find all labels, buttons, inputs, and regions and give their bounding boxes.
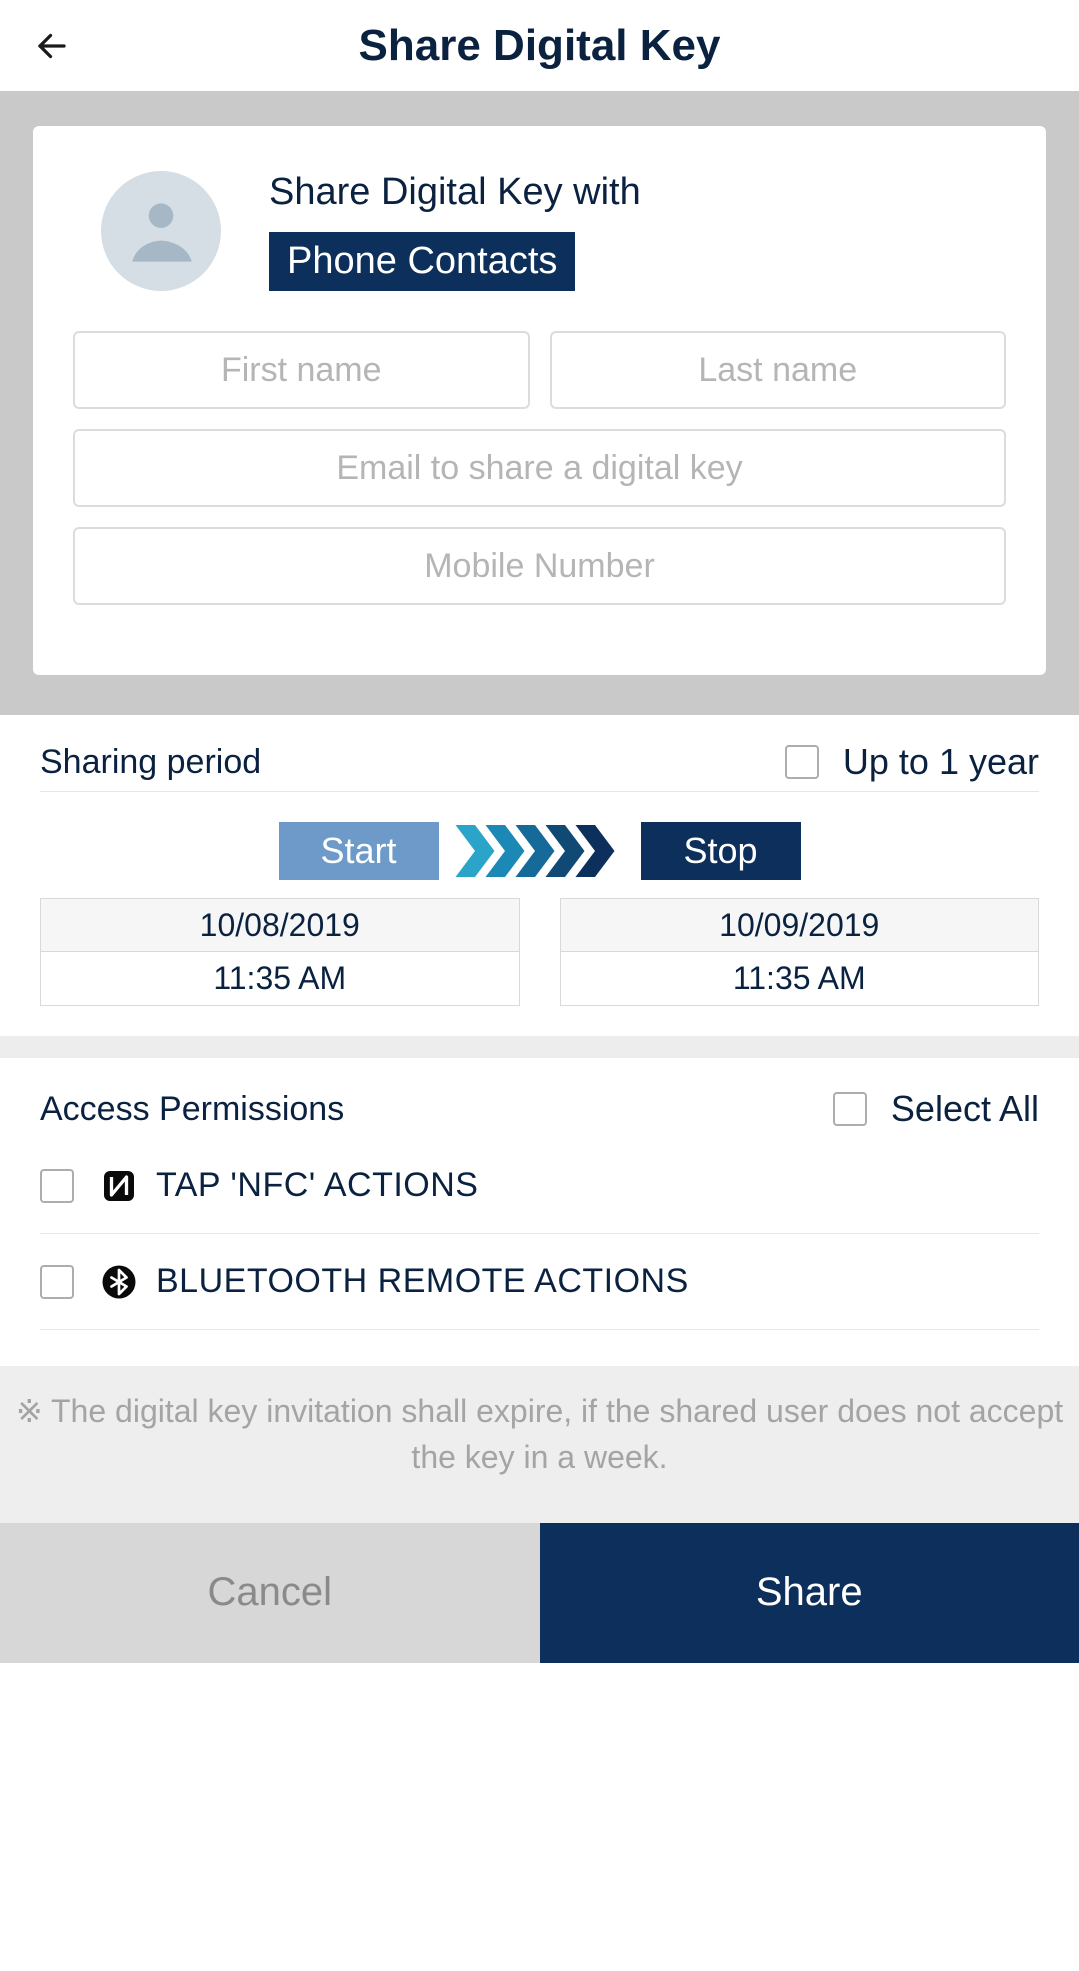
stop-button[interactable]: Stop (641, 822, 801, 880)
sharing-period-label: Sharing period (40, 743, 261, 782)
perm-nfc-label: TAP 'NFC' ACTIONS (156, 1166, 479, 1205)
share-button[interactable]: Share (540, 1523, 1079, 1663)
chevrons-icon (465, 825, 615, 877)
perm-nfc-checkbox[interactable] (40, 1169, 74, 1203)
nfc-icon (100, 1167, 138, 1205)
start-datetime[interactable]: 10/08/2019 11:35 AM (40, 898, 520, 1006)
select-all-checkbox[interactable] (833, 1092, 867, 1126)
avatar-placeholder (101, 171, 221, 291)
start-time-cell[interactable]: 11:35 AM (40, 952, 520, 1006)
stop-time-cell[interactable]: 11:35 AM (560, 952, 1040, 1006)
contact-card: Share Digital Key with Phone Contacts (33, 126, 1046, 675)
email-field[interactable] (73, 429, 1006, 507)
bluetooth-icon (100, 1263, 138, 1301)
access-permissions-label: Access Permissions (40, 1090, 344, 1129)
select-all-label: Select All (891, 1088, 1039, 1130)
perm-item-bluetooth[interactable]: BLUETOOTH REMOTE ACTIONS (40, 1234, 1039, 1330)
first-name-field[interactable] (73, 331, 530, 409)
last-name-field[interactable] (550, 331, 1007, 409)
up-to-year-option[interactable]: Up to 1 year (785, 741, 1039, 783)
mobile-field[interactable] (73, 527, 1006, 605)
phone-contacts-chip[interactable]: Phone Contacts (269, 232, 575, 291)
bottom-spacer (0, 1663, 1079, 1971)
share-with-heading: Share Digital Key with (269, 171, 641, 214)
contact-section: Share Digital Key with Phone Contacts (0, 91, 1079, 715)
perm-item-nfc[interactable]: TAP 'NFC' ACTIONS (40, 1138, 1039, 1234)
start-date-cell[interactable]: 10/08/2019 (40, 898, 520, 952)
footer-actions: Cancel Share (0, 1523, 1079, 1663)
back-button[interactable] (30, 24, 74, 68)
perm-bluetooth-checkbox[interactable] (40, 1265, 74, 1299)
section-divider (0, 1036, 1079, 1058)
person-icon (115, 185, 207, 277)
access-permissions-section: Access Permissions Select All TAP 'NFC' … (0, 1058, 1079, 1366)
page-title: Share Digital Key (0, 21, 1079, 71)
sharing-period-section: Sharing period Up to 1 year Start Stop 1… (0, 715, 1079, 1036)
stop-datetime[interactable]: 10/09/2019 11:35 AM (560, 898, 1040, 1006)
expiry-footnote: ※ The digital key invitation shall expir… (0, 1366, 1079, 1523)
cancel-button[interactable]: Cancel (0, 1523, 540, 1663)
select-all-option[interactable]: Select All (833, 1088, 1039, 1130)
up-to-year-label: Up to 1 year (843, 741, 1039, 783)
up-to-year-checkbox[interactable] (785, 745, 819, 779)
start-button[interactable]: Start (279, 822, 439, 880)
app-header: Share Digital Key (0, 0, 1079, 91)
perm-bluetooth-label: BLUETOOTH REMOTE ACTIONS (156, 1262, 689, 1301)
stop-date-cell[interactable]: 10/09/2019 (560, 898, 1040, 952)
arrow-left-icon (34, 28, 70, 64)
